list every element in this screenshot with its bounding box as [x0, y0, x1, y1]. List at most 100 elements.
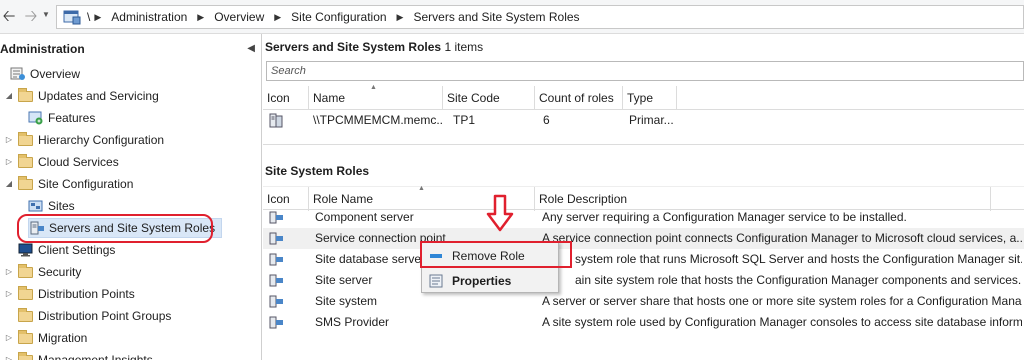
- servers-title-text: Servers and Site System Roles: [265, 40, 442, 54]
- folder-icon: [18, 351, 33, 360]
- address-bar: 🡠 🡢 ▼ \ ▶ Administration ▶ Overview ▶ Si…: [0, 0, 1024, 34]
- menu-item-properties[interactable]: Properties: [422, 269, 558, 293]
- role-description-cell: A server or server share that hosts one …: [542, 294, 1022, 308]
- tree-item-label: Migration: [38, 331, 88, 345]
- breadcrumb-separator-icon: ▶: [94, 11, 102, 22]
- sort-ascending-icon: ▲: [418, 185, 425, 192]
- sort-ascending-icon: ▲: [370, 84, 377, 91]
- server-icon: [269, 113, 283, 128]
- client-settings-icon: [18, 243, 33, 257]
- folder-icon: [18, 329, 33, 344]
- expanded-triangle-icon[interactable]: ◢: [4, 86, 14, 106]
- role-icon: [269, 253, 283, 266]
- expanded-triangle-icon[interactable]: ◢: [4, 174, 14, 194]
- tree-item-hierarchy-configuration[interactable]: ▷ Hierarchy Configuration: [4, 130, 164, 150]
- section-divider: [263, 144, 1024, 145]
- role-icon: [269, 211, 283, 224]
- folder-icon: [18, 285, 33, 300]
- tree-item-distribution-points[interactable]: ▷ Distribution Points: [4, 284, 135, 304]
- table-row[interactable]: Site system A server or server share tha…: [263, 291, 1024, 312]
- folder-icon: [18, 131, 33, 146]
- role-description-cell: system role that runs Microsoft SQL Serv…: [575, 252, 1022, 266]
- tree-item-label: Client Settings: [38, 243, 116, 257]
- search-input[interactable]: Search: [266, 61, 1024, 81]
- column-header-count-of-roles[interactable]: Count of roles: [535, 86, 623, 110]
- tree-item-updates-and-servicing[interactable]: ◢ Updates and Servicing: [4, 86, 159, 106]
- breadcrumb-root[interactable]: \: [87, 10, 90, 24]
- collapsed-triangle-icon[interactable]: ▷: [4, 262, 14, 282]
- table-row[interactable]: Site database server system role that ru…: [263, 249, 1024, 270]
- tree-item-features[interactable]: Features: [28, 108, 95, 128]
- tree-item-sites[interactable]: Sites: [28, 196, 75, 216]
- tree-item-security[interactable]: ▷ Security: [4, 262, 81, 282]
- overview-icon: [10, 67, 25, 80]
- site-code-cell: TP1: [453, 113, 476, 127]
- down-arrow-annotation-icon: [486, 194, 514, 232]
- server-name-cell: \\TPCMMEMCM.memc...: [313, 113, 443, 127]
- breadcrumb-separator-icon: ▶: [197, 11, 205, 22]
- column-header-type[interactable]: Type: [623, 86, 677, 110]
- history-dropdown-icon[interactable]: ▼: [42, 10, 50, 19]
- table-row[interactable]: Component server Any server requiring a …: [263, 207, 1024, 228]
- breadcrumb-overview[interactable]: Overview: [214, 10, 264, 24]
- properties-icon: [429, 274, 443, 288]
- collapsed-triangle-icon[interactable]: ▷: [4, 130, 14, 150]
- search-placeholder: Search: [271, 65, 306, 77]
- table-row[interactable]: \\TPCMMEMCM.memc... TP1 6 Primar...: [263, 110, 1024, 131]
- highlight-annotation: [17, 214, 213, 243]
- navigation-pane-title: Administration: [0, 42, 85, 56]
- tree-item-label: Site Configuration: [38, 177, 134, 191]
- breadcrumb-separator-icon: ▶: [274, 11, 282, 22]
- collapsed-triangle-icon[interactable]: ▷: [4, 152, 14, 172]
- table-row-selected[interactable]: Service connection point A service conne…: [263, 228, 1024, 249]
- tree-item-label: Security: [38, 265, 82, 279]
- tree-item-label: Hierarchy Configuration: [38, 133, 165, 147]
- navigation-pane: Administration ◀ Overview ◢ Updates and …: [0, 34, 262, 360]
- role-description-cell: A service connection point connects Conf…: [542, 231, 1022, 245]
- role-description-cell: A site system role used by Configuration…: [542, 315, 1022, 329]
- collapsed-triangle-icon[interactable]: ▷: [4, 284, 14, 304]
- features-icon: [28, 111, 43, 125]
- count-of-roles-cell: 6: [543, 113, 550, 127]
- tree-item-migration[interactable]: ▷ Migration: [4, 328, 87, 348]
- breadcrumb[interactable]: \ ▶ Administration ▶ Overview ▶ Site Con…: [56, 5, 1024, 29]
- forward-arrow-icon[interactable]: 🡢: [22, 8, 40, 26]
- role-icon: [269, 232, 283, 245]
- breadcrumb-administration[interactable]: Administration: [111, 10, 187, 24]
- tree-item-overview[interactable]: Overview: [10, 64, 80, 84]
- tree-item-label: Updates and Servicing: [38, 89, 159, 103]
- column-header-icon[interactable]: Icon: [263, 86, 309, 110]
- collapsed-triangle-icon[interactable]: ▷: [4, 328, 14, 348]
- breadcrumb-site-configuration[interactable]: Site Configuration: [291, 10, 386, 24]
- tree-item-distribution-point-groups[interactable]: Distribution Point Groups: [18, 306, 171, 326]
- collapse-pane-icon[interactable]: ◀: [247, 38, 255, 60]
- breadcrumb-separator-icon: ▶: [396, 11, 404, 22]
- column-header-site-code[interactable]: Site Code: [443, 86, 535, 110]
- folder-icon: [18, 175, 33, 190]
- table-row[interactable]: Site server ain site system role that ho…: [263, 270, 1024, 291]
- tree-item-cloud-services[interactable]: ▷ Cloud Services: [4, 152, 119, 172]
- tree-item-client-settings[interactable]: Client Settings: [18, 240, 115, 260]
- tree-item-site-configuration[interactable]: ◢ Site Configuration: [4, 174, 133, 194]
- role-icon: [269, 295, 283, 308]
- details-pane: Servers and Site System Roles 1 items Se…: [263, 34, 1024, 360]
- tree-item-management-insights[interactable]: ▷ Management Insights: [4, 350, 153, 360]
- folder-icon: [18, 153, 33, 168]
- folder-icon: [18, 263, 33, 278]
- table-row[interactable]: SMS Provider A site system role used by …: [263, 312, 1024, 333]
- tree-item-label: Overview: [30, 67, 81, 81]
- role-icon: [269, 274, 283, 287]
- servers-section-title: Servers and Site System Roles 1 items: [265, 40, 483, 54]
- collapsed-triangle-icon[interactable]: ▷: [4, 350, 14, 360]
- tree-item-label: Cloud Services: [38, 155, 119, 169]
- servers-grid-header: Icon Name ▲ Site Code Count of roles Typ…: [263, 84, 1024, 110]
- sites-icon: [28, 200, 43, 212]
- servers-item-count: 1 items: [444, 40, 484, 54]
- breadcrumb-servers-roles[interactable]: Servers and Site System Roles: [413, 10, 579, 24]
- tree-item-label: Distribution Points: [38, 287, 135, 301]
- tree-item-label: Management Insights: [38, 353, 153, 360]
- back-arrow-icon[interactable]: 🡠: [0, 8, 18, 26]
- type-cell: Primar...: [629, 113, 674, 127]
- role-description-cell: ain site system role that hosts the Conf…: [575, 273, 1022, 287]
- tree-item-label: Sites: [48, 199, 75, 213]
